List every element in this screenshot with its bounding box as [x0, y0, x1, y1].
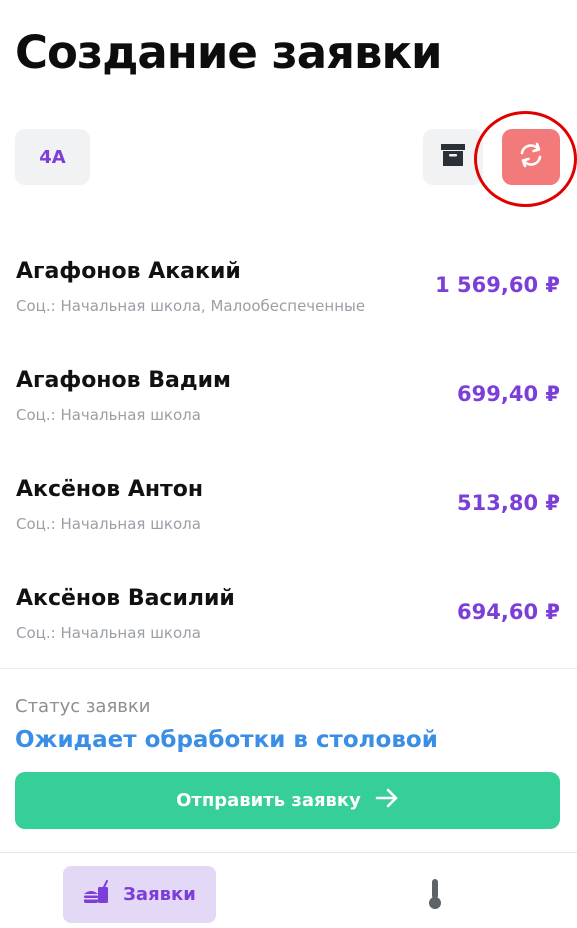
list-item[interactable]: Аксёнов Антон Соц.: Начальная школа 513,…: [0, 463, 577, 572]
archive-icon: [440, 143, 466, 171]
class-selector-button[interactable]: 4А: [15, 129, 90, 185]
tab-requests-label: Заявки: [123, 884, 196, 905]
list-item[interactable]: Аксёнов Василий Соц.: Начальная школа 69…: [0, 572, 577, 681]
food-drink-icon: [83, 880, 111, 909]
submit-label: Отправить заявку: [176, 790, 361, 811]
student-list: Агафонов Акакий Соц.: Начальная школа, М…: [0, 245, 577, 681]
student-amount: 513,80 ₽: [457, 491, 560, 515]
list-item[interactable]: Агафонов Вадим Соц.: Начальная школа 699…: [0, 354, 577, 463]
refresh-button[interactable]: [502, 129, 560, 185]
list-item[interactable]: Агафонов Акакий Соц.: Начальная школа, М…: [0, 245, 577, 354]
student-name: Агафонов Акакий: [16, 259, 241, 284]
refresh-icon: [516, 142, 546, 172]
tab-temperature[interactable]: [418, 879, 452, 913]
bottom-navigation: Заявки: [0, 852, 577, 928]
divider: [0, 668, 577, 669]
student-category: Соц.: Начальная школа: [16, 624, 201, 642]
submit-request-button[interactable]: Отправить заявку: [15, 772, 560, 829]
student-category: Соц.: Начальная школа: [16, 515, 201, 533]
student-amount: 699,40 ₽: [457, 382, 560, 406]
student-amount: 694,60 ₽: [457, 600, 560, 624]
thermometer-icon: [427, 878, 443, 914]
archive-button[interactable]: [423, 129, 483, 185]
status-label: Статус заявки: [15, 696, 151, 717]
student-name: Аксёнов Василий: [16, 586, 235, 611]
status-value: Ожидает обработки в столовой: [15, 727, 438, 753]
student-category: Соц.: Начальная школа, Малообеспеченные: [16, 297, 366, 315]
class-label: 4А: [39, 146, 66, 168]
tab-requests[interactable]: Заявки: [63, 866, 216, 923]
arrow-right-icon: [375, 788, 399, 813]
student-amount: 1 569,60 ₽: [435, 273, 560, 297]
student-category: Соц.: Начальная школа: [16, 406, 201, 424]
page-title: Создание заявки: [15, 26, 443, 79]
student-name: Аксёнов Антон: [16, 477, 204, 502]
student-name: Агафонов Вадим: [16, 368, 231, 393]
